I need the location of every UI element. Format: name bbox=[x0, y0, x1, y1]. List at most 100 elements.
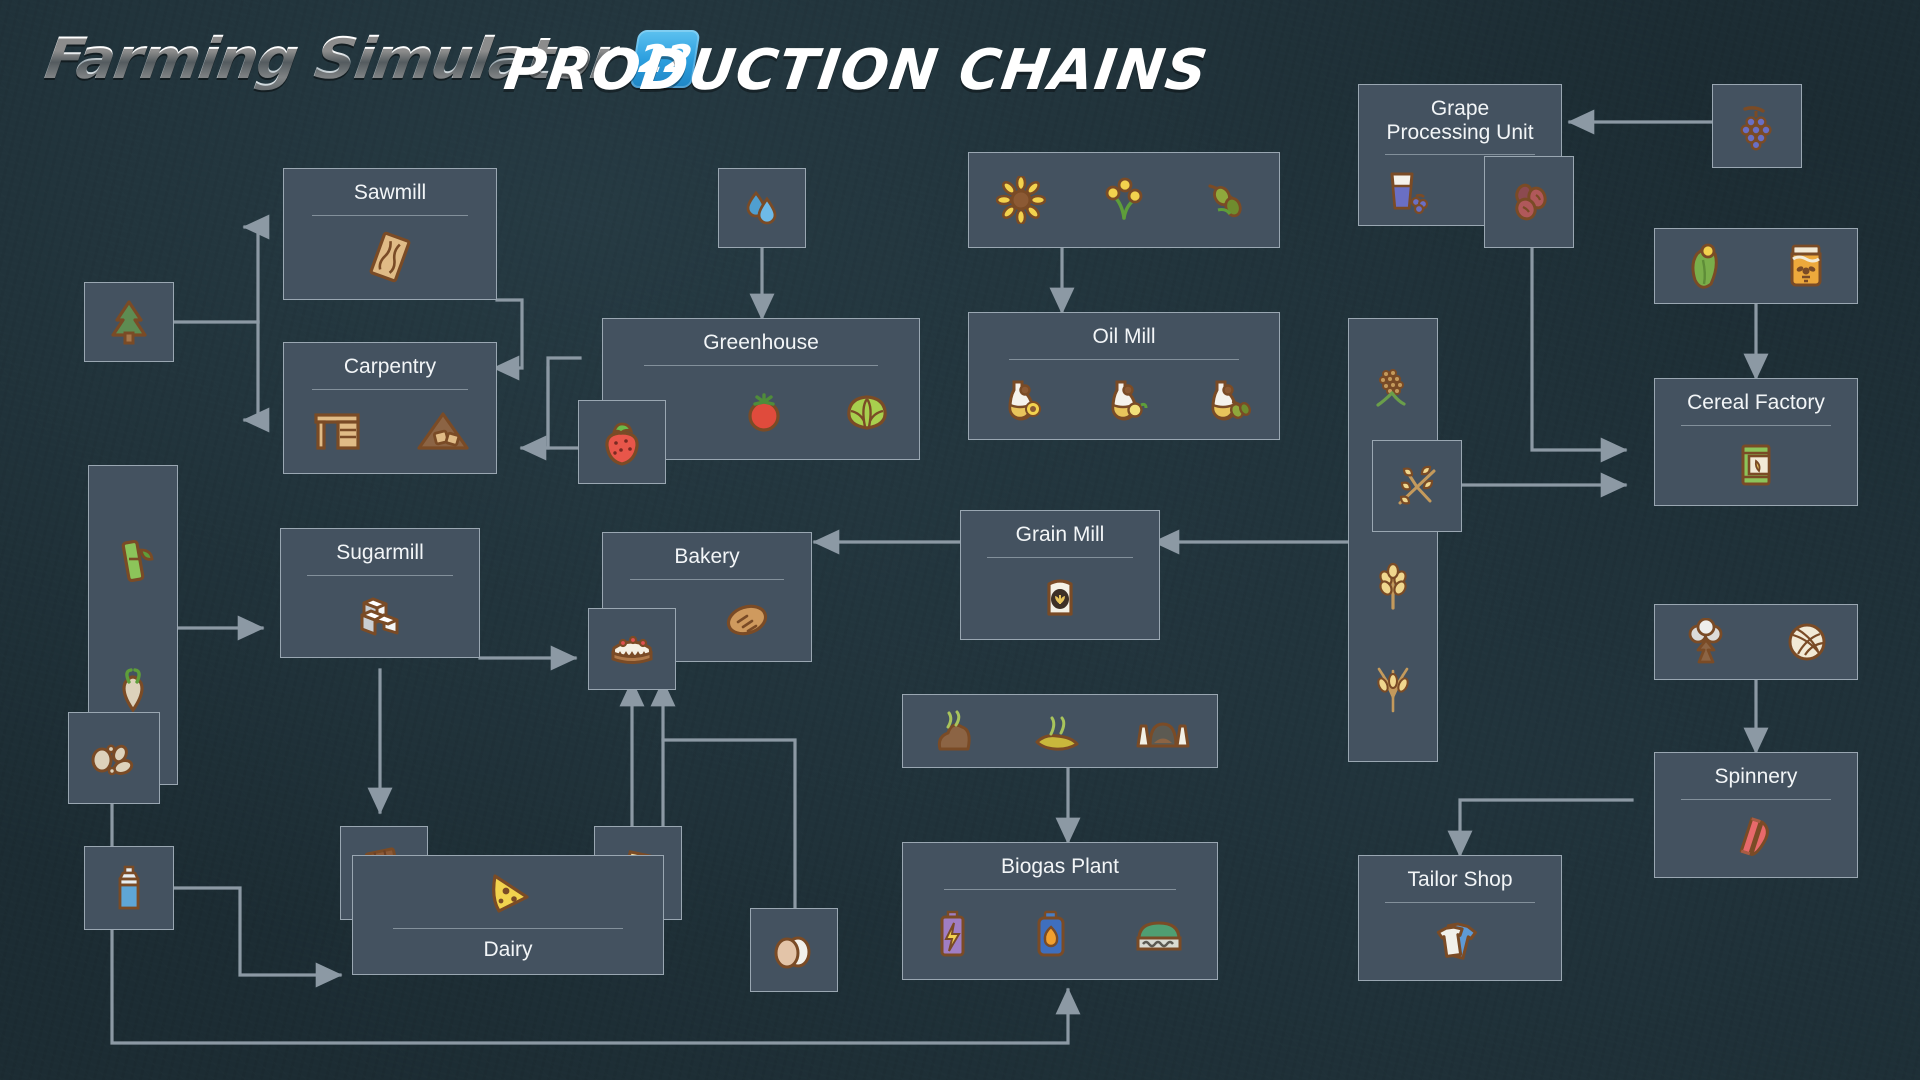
node-dairy[interactable]: Dairy bbox=[352, 855, 664, 975]
slurry-icon bbox=[1031, 710, 1083, 752]
barley-icon bbox=[1370, 663, 1416, 713]
cotton-icon bbox=[1683, 618, 1729, 666]
node-title-carpentry: Carpentry bbox=[343, 355, 437, 378]
icon-row bbox=[961, 558, 1159, 639]
divider bbox=[630, 578, 784, 580]
divider bbox=[393, 928, 623, 930]
icon-row bbox=[1349, 319, 1437, 761]
divider bbox=[1385, 154, 1535, 156]
divider bbox=[1385, 901, 1535, 903]
divider bbox=[943, 888, 1177, 890]
node-title-sawmill: Sawmill bbox=[353, 181, 427, 204]
node-grapes[interactable] bbox=[1712, 84, 1802, 168]
flour-bag-icon bbox=[1039, 574, 1081, 622]
woodchips-icon bbox=[416, 410, 469, 452]
icon-row bbox=[281, 576, 479, 657]
wheat-icon bbox=[1372, 562, 1414, 612]
icon-row bbox=[1359, 903, 1561, 980]
oat-icon bbox=[1390, 461, 1444, 511]
icon-row bbox=[85, 847, 173, 929]
cheese-icon bbox=[481, 870, 535, 918]
node-biogas-plant[interactable]: Biogas Plant bbox=[902, 842, 1218, 980]
node-biogas-inputs[interactable] bbox=[902, 694, 1218, 768]
sugarbeet-icon bbox=[111, 666, 155, 714]
node-sugarmill[interactable]: Sugarmill bbox=[280, 528, 480, 658]
node-cereal-inputs[interactable] bbox=[1654, 228, 1858, 304]
node-raisins[interactable] bbox=[1484, 156, 1574, 248]
node-milk[interactable] bbox=[84, 846, 174, 930]
node-title-spinnery: Spinnery bbox=[1714, 765, 1798, 788]
node-strawberry[interactable] bbox=[578, 400, 666, 484]
icon-row bbox=[1485, 157, 1573, 247]
node-sugarbeet-cut[interactable] bbox=[68, 712, 160, 804]
node-title-bakery: Bakery bbox=[674, 545, 740, 568]
divider bbox=[311, 388, 469, 390]
eggs-icon bbox=[768, 928, 820, 972]
grapes-icon bbox=[1734, 101, 1780, 151]
icon-row bbox=[69, 713, 159, 803]
node-cereal-factory[interactable]: Cereal Factory bbox=[1654, 378, 1858, 506]
node-cake[interactable] bbox=[588, 608, 676, 690]
cereal-box-icon bbox=[1734, 441, 1778, 489]
methane-icon bbox=[1032, 909, 1070, 959]
raisins-icon bbox=[1504, 180, 1554, 224]
clothes-icon bbox=[1434, 917, 1486, 965]
icon-row bbox=[969, 360, 1279, 439]
tree-icon bbox=[108, 299, 150, 345]
node-title-dairy: Dairy bbox=[483, 938, 533, 962]
lettuce-icon bbox=[842, 390, 892, 434]
node-oil-mill[interactable]: Oil Mill bbox=[968, 312, 1280, 440]
icon-row bbox=[1655, 605, 1857, 679]
node-title-tailor-shop: Tailor Shop bbox=[1407, 868, 1513, 891]
digestate-icon bbox=[1133, 913, 1185, 955]
header: Farming Simulator 22 PRODUCTION CHAINS bbox=[0, 0, 1920, 140]
divider bbox=[1681, 424, 1831, 426]
icon-row bbox=[751, 909, 837, 991]
icon-row bbox=[719, 169, 805, 247]
divider bbox=[1681, 798, 1831, 800]
icon-row bbox=[1655, 229, 1857, 303]
node-title-biogas-plant: Biogas Plant bbox=[1001, 855, 1119, 878]
node-title-cereal-factory: Cereal Factory bbox=[1687, 391, 1825, 414]
icon-row bbox=[1655, 426, 1857, 505]
divider bbox=[986, 556, 1134, 558]
manure-icon bbox=[930, 709, 978, 753]
node-eggs[interactable] bbox=[750, 908, 838, 992]
sugar-cubes-icon bbox=[353, 593, 407, 639]
icon-row bbox=[903, 890, 1217, 979]
divider bbox=[311, 214, 469, 216]
canola-oil-icon bbox=[1100, 376, 1148, 422]
node-wool-inputs[interactable] bbox=[1654, 604, 1858, 680]
icon-row bbox=[969, 153, 1279, 247]
water-drops-icon bbox=[740, 186, 784, 230]
node-oat-highlight[interactable] bbox=[1372, 440, 1462, 532]
node-title-greenhouse: Greenhouse bbox=[703, 331, 819, 354]
page-title: PRODUCTION CHAINS bbox=[500, 38, 1213, 103]
sunflower-icon bbox=[996, 176, 1046, 224]
divider bbox=[306, 574, 454, 576]
production-chains-diagram: Farming Simulator 22 PRODUCTION CHAINS S… bbox=[0, 0, 1920, 1080]
node-tree[interactable] bbox=[84, 282, 174, 362]
node-tailor-shop[interactable]: Tailor Shop bbox=[1358, 855, 1562, 981]
sugarbeet-cut-icon bbox=[88, 736, 140, 780]
grape-juice-icon bbox=[1383, 166, 1431, 215]
icon-row bbox=[85, 283, 173, 361]
tomato-icon bbox=[740, 390, 788, 434]
node-oil-crops[interactable] bbox=[968, 152, 1280, 248]
node-water[interactable] bbox=[718, 168, 806, 248]
silage-icon bbox=[1136, 710, 1190, 752]
icon-row bbox=[1713, 85, 1801, 167]
divider bbox=[644, 364, 878, 366]
node-title-sugarmill: Sugarmill bbox=[336, 541, 424, 564]
node-carpentry[interactable]: Carpentry bbox=[283, 342, 497, 474]
node-title-grain-mill: Grain Mill bbox=[1015, 523, 1105, 546]
milk-canister-icon bbox=[113, 864, 145, 912]
node-sawmill[interactable]: Sawmill bbox=[283, 168, 497, 300]
furniture-icon bbox=[312, 409, 362, 453]
fabric-icon bbox=[1732, 814, 1780, 862]
node-cereal-crops[interactable] bbox=[1348, 318, 1438, 762]
sugarcane-icon bbox=[111, 536, 155, 586]
corn-icon bbox=[1685, 240, 1725, 292]
node-spinnery[interactable]: Spinnery bbox=[1654, 752, 1858, 878]
node-grain-mill[interactable]: Grain Mill bbox=[960, 510, 1160, 640]
